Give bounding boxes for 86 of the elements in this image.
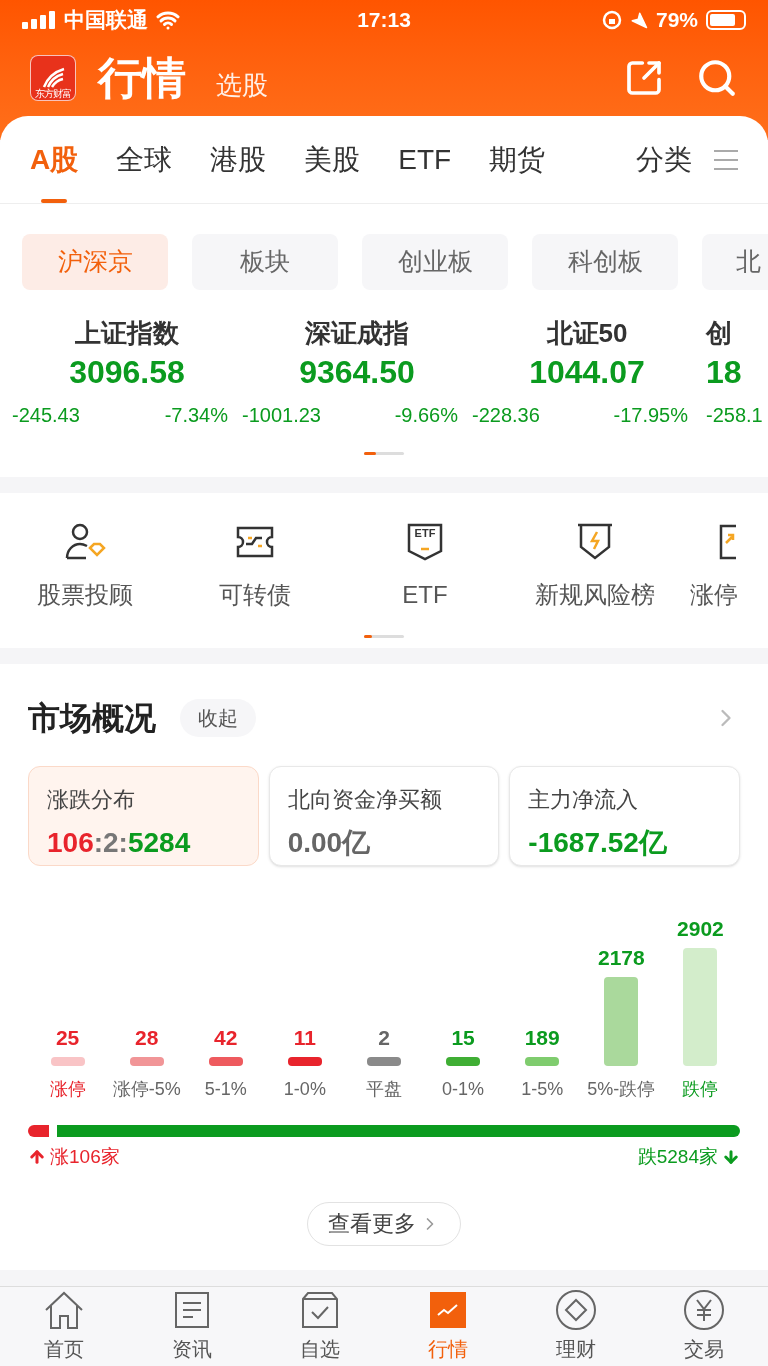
index-value: 1044.07 <box>529 353 645 392</box>
index-change: -228.36 <box>472 403 540 428</box>
index-value: 3096.58 <box>69 353 185 392</box>
nav-tab[interactable]: 首页 <box>0 1286 128 1366</box>
segment-button[interactable]: 北 <box>702 234 768 290</box>
summary-card[interactable]: 北向资金净买额 0.00亿 <box>268 766 500 866</box>
bar-category-label: 平盘 <box>365 1078 403 1101</box>
bar-value-label: 2178 <box>597 944 645 971</box>
summary-card[interactable]: 涨跌分布 106:2:5284 <box>28 766 259 866</box>
nav-tab[interactable]: 理财 <box>512 1286 640 1366</box>
index-change: -1001.23 <box>242 403 321 428</box>
segment-button[interactable]: 板块 <box>192 234 338 290</box>
shortcut-item[interactable]: 可转债 <box>170 521 340 613</box>
bar-category-label: 1-5% <box>520 1078 565 1101</box>
bar-category-label: 涨停 <box>48 1078 87 1101</box>
page-indicator <box>364 635 404 638</box>
bar-value-label: 11 <box>293 1024 316 1051</box>
bar-category-label: 涨停-5% <box>111 1078 182 1101</box>
rotation-lock-icon <box>601 10 622 30</box>
location-arrow-icon <box>629 11 648 29</box>
category-tab[interactable]: 分类 <box>636 138 692 181</box>
chart-up-icon <box>718 523 738 561</box>
shield-label-icon: ETF <box>406 522 444 562</box>
shortcut-item[interactable]: 新规风险榜 <box>510 521 680 613</box>
summary-card[interactable]: 主力净流入 -1687.52亿 <box>509 766 740 866</box>
segment-button[interactable]: 创业板 <box>362 234 508 290</box>
person-badge-icon <box>64 522 106 562</box>
bar-value-label: 15 <box>451 1024 475 1051</box>
battery-icon <box>706 10 746 30</box>
arrow-down-icon <box>722 1148 740 1167</box>
market-tab[interactable]: 美股 <box>304 116 361 203</box>
carrier-name: 中国联通 <box>64 7 148 34</box>
index-change: -258.1 <box>706 403 763 428</box>
segment-button[interactable]: 科创板 <box>532 234 678 290</box>
index-change: -245.43 <box>12 403 80 428</box>
section-title: 市场概况 <box>28 699 156 738</box>
market-tab[interactable]: 全球 <box>116 116 173 203</box>
page-title: 行情 <box>98 52 186 104</box>
shortcut-item[interactable]: 涨停 <box>680 521 738 613</box>
index-name: 创 <box>706 317 732 350</box>
bar-category-label: 1-0% <box>282 1078 327 1101</box>
nav-tab[interactable]: 交易 <box>640 1286 768 1366</box>
rise-count: 涨106家 <box>50 1145 120 1169</box>
bar-category-label: 5%-跌停 <box>586 1078 657 1101</box>
bar-value-label: 42 <box>214 1024 238 1051</box>
app-logo: 东方财富 <box>30 55 76 101</box>
index-value: 18 <box>706 353 742 392</box>
bar-value-label: 25 <box>55 1024 80 1051</box>
diamond-circle-icon <box>555 1289 597 1332</box>
bar-value-label: 28 <box>135 1024 159 1051</box>
index-percent: -7.34% <box>164 403 228 428</box>
market-tab[interactable]: 港股 <box>210 116 267 203</box>
bar-value-label: 189 <box>524 1024 560 1051</box>
page-indicator <box>364 452 404 455</box>
home-icon <box>43 1290 85 1331</box>
index-name: 上证指数 <box>75 317 179 350</box>
index-value: 9364.50 <box>299 353 415 392</box>
ticket-icon <box>234 524 276 560</box>
bar-category-label: 0-1% <box>441 1078 486 1101</box>
chart-line-icon <box>430 1292 466 1329</box>
bar-value-label: 2902 <box>677 915 724 942</box>
index-percent: -9.66% <box>394 403 458 428</box>
share-icon[interactable] <box>624 58 664 98</box>
shortcut-item[interactable]: 股票投顾 <box>0 521 170 613</box>
yen-circle-icon <box>683 1289 725 1332</box>
box-check-icon <box>301 1291 339 1330</box>
shield-lightning-icon <box>575 522 615 562</box>
status-time: 17:13 <box>356 7 412 34</box>
menu-icon[interactable] <box>714 148 738 171</box>
bar-value-label: 2 <box>378 1024 390 1051</box>
document-icon <box>174 1291 210 1330</box>
collapse-button[interactable]: 收起 <box>180 699 256 737</box>
nav-tab[interactable]: 资讯 <box>128 1286 256 1366</box>
nav-tab[interactable]: 自选 <box>256 1286 384 1366</box>
shortcut-item[interactable]: ETF ETF <box>340 521 510 613</box>
index-percent: -17.95% <box>613 403 688 428</box>
signal-icon <box>22 11 56 29</box>
search-icon[interactable] <box>696 57 738 99</box>
bar-category-label: 5-1% <box>203 1078 248 1101</box>
index-name: 深证成指 <box>305 317 409 350</box>
fall-count: 跌5284家 <box>637 1145 718 1169</box>
market-tab[interactable]: ETF <box>398 116 452 203</box>
index-name: 北证50 <box>546 317 628 350</box>
bar-category-label: 跌停 <box>681 1078 720 1101</box>
market-tab[interactable]: 期货 <box>489 116 546 203</box>
battery-percent: 79% <box>655 7 698 34</box>
